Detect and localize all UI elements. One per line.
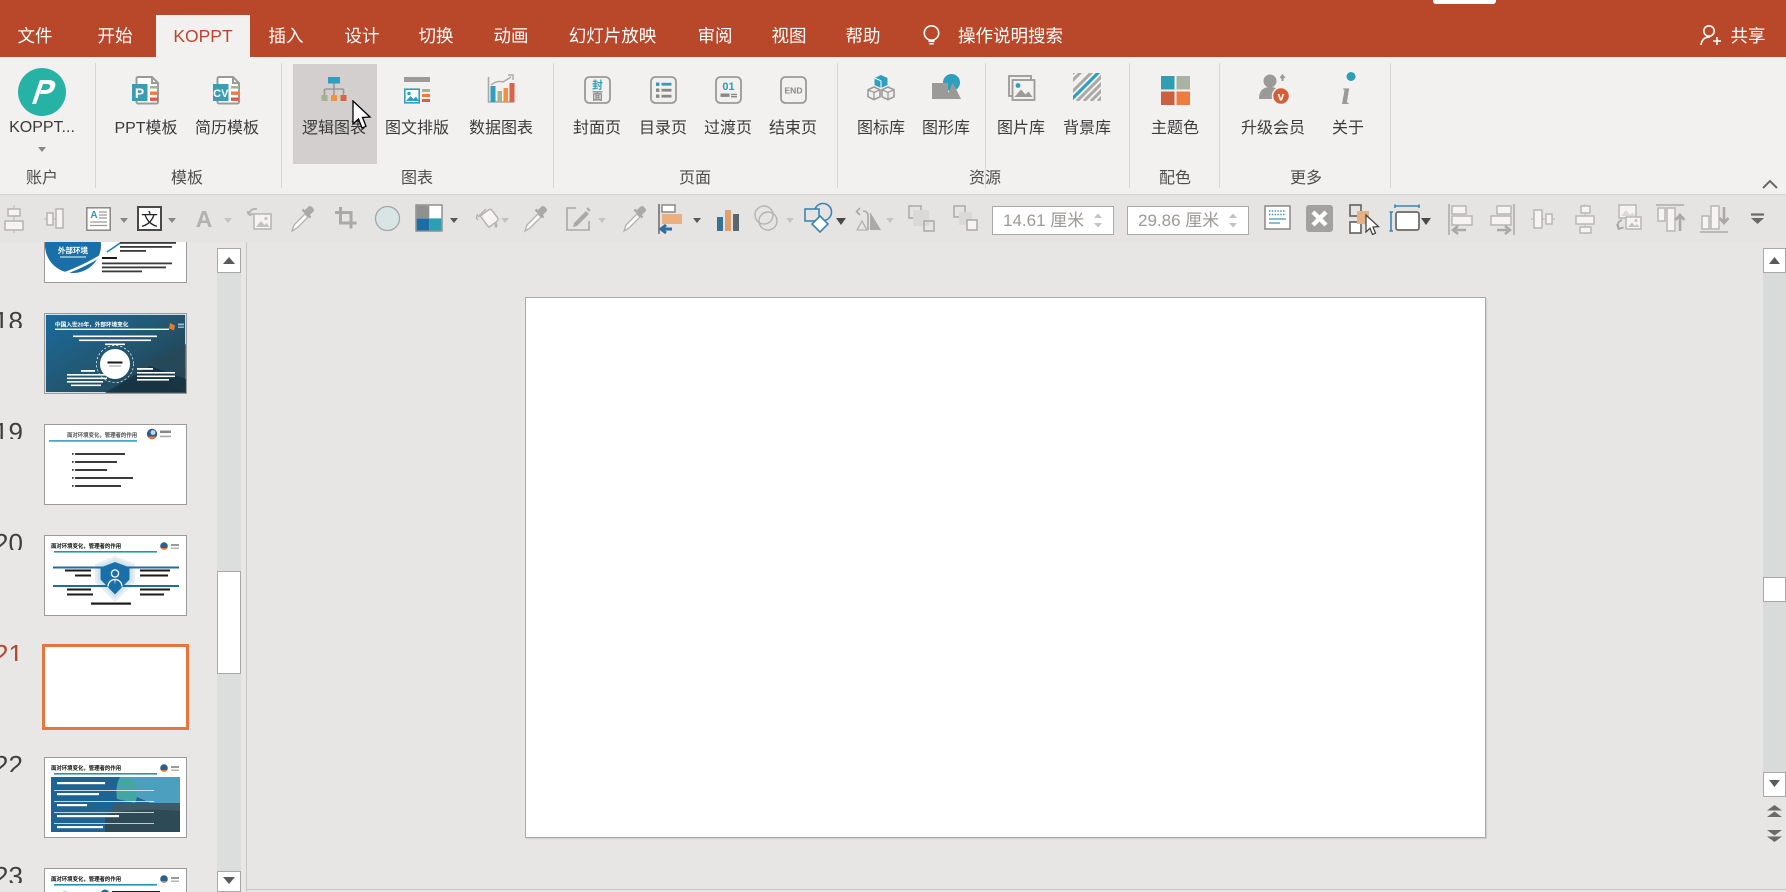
svg-text:01: 01	[722, 81, 734, 93]
svg-text:面对环境变化，管理者的作用: 面对环境变化，管理者的作用	[67, 431, 137, 439]
svg-text:面: 面	[592, 91, 603, 103]
svg-text:A: A	[90, 210, 97, 221]
svg-text:文: 文	[141, 211, 158, 230]
svg-text:面对环境变化，管理者的作用: 面对环境变化，管理者的作用	[51, 875, 121, 883]
svg-text:P: P	[135, 85, 144, 101]
svg-text:中国入世20年，外部环境变化: 中国入世20年，外部环境变化	[55, 321, 129, 329]
svg-text:ı: ı	[1341, 75, 1350, 106]
svg-text:面对环境变化，管理者的作用: 面对环境变化，管理者的作用	[51, 542, 121, 550]
svg-text:v: v	[1278, 90, 1285, 104]
svg-text:END: END	[785, 86, 803, 96]
svg-text:CV: CV	[213, 88, 229, 100]
svg-text:外部环境: 外部环境	[58, 245, 88, 255]
svg-text:面对环境变化，管理者的作用: 面对环境变化，管理者的作用	[51, 764, 121, 772]
